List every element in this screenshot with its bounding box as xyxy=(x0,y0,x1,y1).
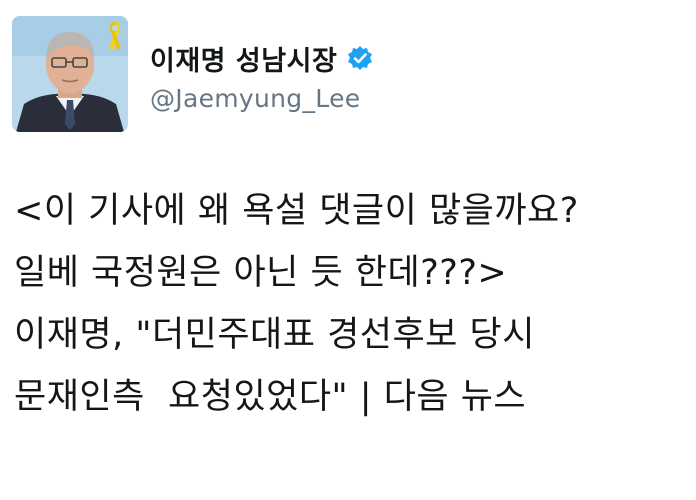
tweet-line: <이 기사에 왜 욕설 댓글이 많을까요? xyxy=(14,191,579,231)
tweet-line: 이재명, "더민주대표 경선후보 당시 xyxy=(14,315,535,355)
verified-badge-icon xyxy=(347,45,373,71)
yellow-ribbon-icon xyxy=(109,22,121,50)
tweet-line: 일베 국정원은 아닌 듯 한데???> xyxy=(14,253,508,293)
account-handle[interactable]: @Jaemyung_Lee xyxy=(150,84,360,113)
avatar[interactable] xyxy=(12,16,128,132)
tweet-line: 문재인측 요청있었다" | 다음 뉴스 xyxy=(14,377,527,417)
tweet-text: <이 기사에 왜 욕설 댓글이 많을까요? 일베 국정원은 아닌 듯 한데???… xyxy=(14,180,690,428)
display-name[interactable]: 이재명 성남시장 xyxy=(150,39,337,78)
name-row: 이재명 성남시장 xyxy=(150,38,373,78)
tweet-header: 이재명 성남시장 @Jaemyung_Lee xyxy=(12,16,684,134)
